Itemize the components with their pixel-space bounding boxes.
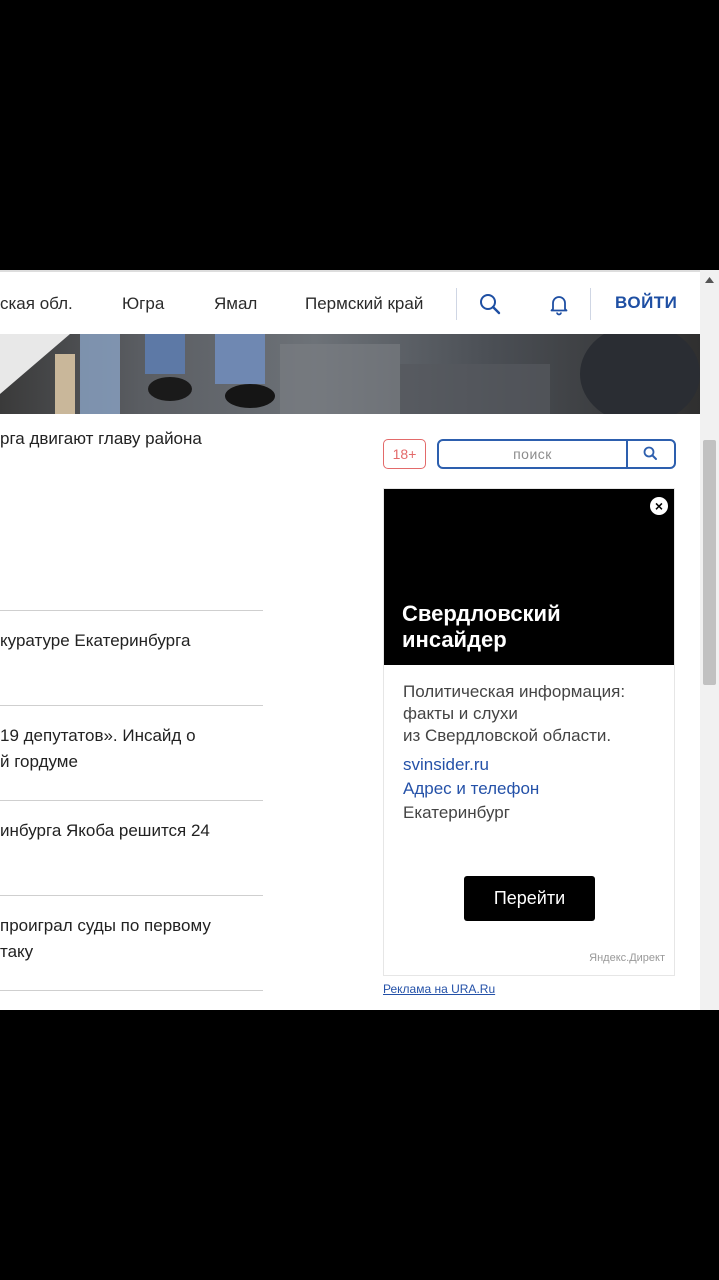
scrollbar-thumb[interactable] [703, 440, 716, 685]
divider [0, 610, 263, 611]
search-icon [643, 446, 657, 460]
nav-item-yamal[interactable]: Ямал [214, 294, 257, 314]
nav-item-perm-krai[interactable]: Пермский край [305, 294, 423, 314]
search-input[interactable] [439, 441, 626, 467]
ad-title: Свердловский инсайдер [402, 601, 561, 652]
divider [0, 800, 263, 801]
list-item[interactable]: 19 депутатов». Инсайд о й гордуме [0, 723, 263, 775]
top-navigation: ская обл. Югра Ямал Пермский край ВОЙТИ [0, 270, 719, 334]
divider [0, 705, 263, 706]
browser-viewport: ская обл. Югра Ямал Пермский край ВОЙТИ … [0, 270, 719, 1010]
list-item[interactable]: рга двигают главу района [0, 426, 263, 452]
ad-cta-button[interactable]: Перейти [464, 876, 595, 921]
hero-image[interactable] [0, 334, 700, 414]
divider [0, 895, 263, 896]
nav-divider [590, 288, 591, 320]
nav-divider [456, 288, 457, 320]
list-item[interactable]: куратуре Екатеринбурга [0, 628, 263, 654]
scroll-up-arrow-icon[interactable] [700, 272, 719, 288]
divider [0, 990, 263, 991]
advertisement: × Свердловский инсайдер Политическая инф… [383, 488, 675, 976]
ad-description: Политическая информация: факты и слухи и… [403, 682, 626, 745]
nav-item-sverdlovsk-region[interactable]: ская обл. [0, 294, 73, 314]
age-rating-badge: 18+ [383, 439, 426, 469]
bell-icon[interactable] [547, 292, 571, 316]
login-button[interactable]: ВОЙТИ [615, 293, 677, 313]
ad-city: Екатеринбург [403, 803, 510, 822]
ad-link[interactable]: svinsider.ru [403, 755, 489, 775]
list-item[interactable]: инбурга Якоба решится 24 [0, 818, 263, 844]
scrollbar[interactable] [700, 270, 719, 1010]
nav-item-yugra[interactable]: Югра [122, 294, 164, 314]
search-icon[interactable] [478, 292, 502, 316]
ad-banner[interactable]: × Свердловский инсайдер [384, 489, 674, 665]
list-item[interactable]: проиграл суды по первому таку [0, 913, 263, 965]
ad-source-label[interactable]: Яндекс.Директ [589, 952, 665, 964]
close-icon[interactable]: × [650, 497, 668, 515]
ad-contacts-link[interactable]: Адрес и телефон [403, 779, 539, 799]
sidebar-search [437, 439, 676, 469]
ad-footer-link[interactable]: Реклама на URA.Ru [383, 982, 495, 996]
search-button[interactable] [628, 441, 674, 467]
